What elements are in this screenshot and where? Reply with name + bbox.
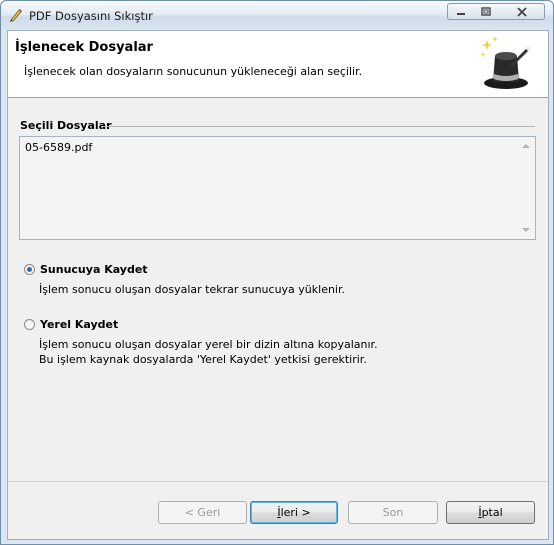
group-divider bbox=[103, 126, 535, 127]
scroll-down-icon[interactable] bbox=[522, 228, 530, 232]
finish-button-label: Son bbox=[382, 506, 404, 519]
close-icon bbox=[516, 6, 527, 17]
cancel-button-label: İptal bbox=[478, 506, 502, 519]
wizard-header: İşlenecek Dosyalar İşlenecek olan dosyal… bbox=[8, 31, 548, 98]
radio-button-unchecked[interactable] bbox=[24, 319, 35, 330]
selected-files-group-label: Seçili Dosyalar bbox=[20, 119, 112, 132]
page-title: İşlenecek Dosyalar bbox=[15, 40, 153, 55]
local-option-description-line-1: İşlem sonucu oluşan dosyalar yerel bir d… bbox=[39, 338, 378, 351]
cancel-button[interactable]: İptal bbox=[446, 501, 535, 524]
title-bar[interactable]: PDF Dosyasını Sıkıştır bbox=[1, 1, 553, 30]
local-option-description-line-2: Bu işlem kaynak dosyalarda 'Yerel Kaydet… bbox=[39, 353, 367, 366]
radio-label-local[interactable]: Yerel Kaydet bbox=[40, 318, 118, 331]
cancel-label-rest: ptal bbox=[481, 506, 503, 519]
window-title: PDF Dosyasını Sıkıştır bbox=[29, 9, 153, 23]
back-button-label: < Geri bbox=[184, 506, 221, 519]
close-button[interactable] bbox=[499, 3, 545, 20]
vertical-scrollbar[interactable] bbox=[518, 137, 535, 239]
footer-divider bbox=[8, 481, 548, 482]
radio-save-local[interactable]: Yerel Kaydet bbox=[24, 318, 118, 331]
selected-files-list[interactable]: 05-6589.pdf bbox=[19, 136, 536, 240]
next-button-label: İleri > bbox=[277, 506, 310, 519]
dialog-window: PDF Dosyasını Sıkıştır İşlenecek Dosyala… bbox=[0, 0, 554, 545]
server-option-description: İşlem sonucu oluşan dosyalar tekrar sunu… bbox=[39, 283, 345, 296]
dialog-client-area: İşlenecek Dosyalar İşlenecek olan dosyal… bbox=[7, 30, 549, 540]
page-subtitle: İşlenecek olan dosyaların sonucunun yükl… bbox=[24, 65, 363, 78]
pen-app-icon bbox=[10, 9, 22, 22]
scroll-up-icon[interactable] bbox=[522, 144, 530, 148]
restore-icon bbox=[481, 6, 491, 16]
radio-label-server[interactable]: Sunucuya Kaydet bbox=[40, 263, 148, 276]
next-label-rest: leri > bbox=[280, 506, 311, 519]
maximize-button[interactable] bbox=[473, 3, 500, 20]
radio-button-checked[interactable] bbox=[24, 264, 35, 275]
minimize-icon bbox=[456, 12, 465, 15]
finish-button[interactable]: Son bbox=[348, 501, 438, 524]
next-button[interactable]: İleri > bbox=[250, 501, 338, 524]
back-button[interactable]: < Geri bbox=[158, 501, 247, 524]
magic-hat-icon bbox=[480, 36, 532, 89]
radio-save-to-server[interactable]: Sunucuya Kaydet bbox=[24, 263, 148, 276]
list-item[interactable]: 05-6589.pdf bbox=[25, 141, 92, 154]
minimize-button[interactable] bbox=[447, 3, 474, 20]
